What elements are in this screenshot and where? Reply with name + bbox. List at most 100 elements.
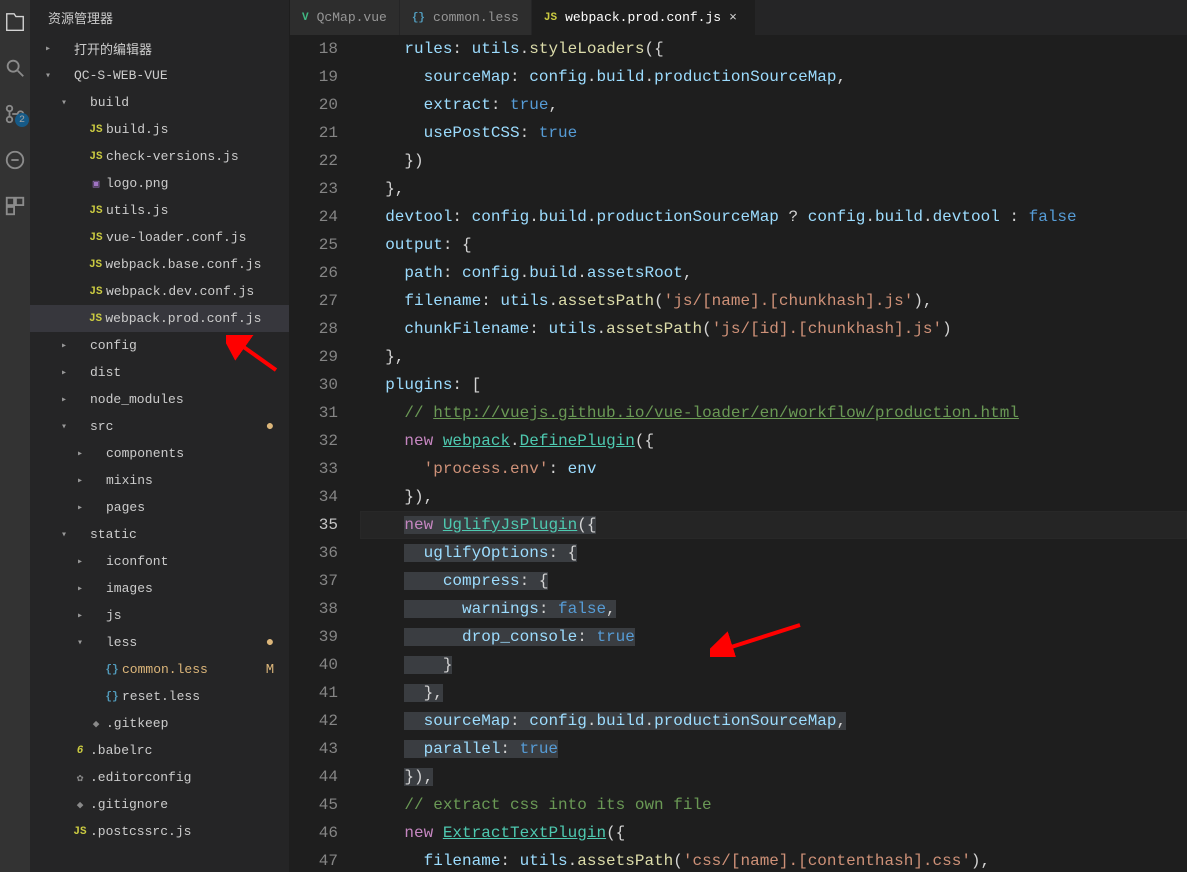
line-number: 22 <box>290 147 338 175</box>
file-icon: JS <box>86 151 106 163</box>
code-line[interactable]: // extract css into its own file <box>360 791 1187 819</box>
caret-icon: ▸ <box>74 448 86 460</box>
tab-qcmap-vue[interactable]: VQcMap.vue <box>290 0 400 35</box>
file-logo-png[interactable]: ▣logo.png <box>30 170 289 197</box>
editor[interactable]: 1819202122232425262728293031323334353637… <box>290 35 1187 872</box>
code-line[interactable]: 'process.env': env <box>360 455 1187 483</box>
tab-common-less[interactable]: {}common.less <box>400 0 532 35</box>
file-gitignore[interactable]: ◆.gitignore <box>30 791 289 818</box>
scm-badge: 2 <box>15 113 29 127</box>
folder-iconfont[interactable]: ▸iconfont <box>30 548 289 575</box>
caret-icon: ▾ <box>74 637 86 649</box>
code-line[interactable]: new UglifyJsPlugin({ <box>360 511 1187 539</box>
code-line[interactable]: new webpack.DefinePlugin({ <box>360 427 1187 455</box>
folder-config[interactable]: ▸config <box>30 332 289 359</box>
code-line[interactable]: }, <box>360 175 1187 203</box>
caret-icon: ▸ <box>74 475 86 487</box>
code-line[interactable]: usePostCSS: true <box>360 119 1187 147</box>
tree-label: .gitignore <box>90 797 261 812</box>
file-utils-js[interactable]: JSutils.js <box>30 197 289 224</box>
code-line[interactable]: rules: utils.styleLoaders({ <box>360 35 1187 63</box>
sidebar: 资源管理器 ▸打开的编辑器▾QC-S-WEB-VUE▾buildJSbuild.… <box>30 0 290 872</box>
file-postcssrc[interactable]: JS.postcssrc.js <box>30 818 289 845</box>
code-line[interactable]: sourceMap: config.build.productionSource… <box>360 707 1187 735</box>
code-line[interactable]: drop_console: true <box>360 623 1187 651</box>
file-build-js[interactable]: JSbuild.js <box>30 116 289 143</box>
folder-build[interactable]: ▾build <box>30 89 289 116</box>
folder-components[interactable]: ▸components <box>30 440 289 467</box>
tab-label: QcMap.vue <box>317 10 387 25</box>
code-line[interactable]: } <box>360 651 1187 679</box>
file-icon: 6 <box>70 745 90 757</box>
folder-dist[interactable]: ▸dist <box>30 359 289 386</box>
code-line[interactable]: chunkFilename: utils.assetsPath('js/[id]… <box>360 315 1187 343</box>
folder-less[interactable]: ▾ less● <box>30 629 289 656</box>
code-line[interactable]: new ExtractTextPlugin({ <box>360 819 1187 847</box>
caret-icon: ▸ <box>58 367 70 379</box>
code-line[interactable]: filename: utils.assetsPath('js/[name].[c… <box>360 287 1187 315</box>
code-line[interactable]: uglifyOptions: { <box>360 539 1187 567</box>
file-gitkeep[interactable]: ◆.gitkeep <box>30 710 289 737</box>
tree-label: .editorconfig <box>90 770 261 785</box>
file-icon: JS <box>86 313 106 325</box>
code-line[interactable]: parallel: true <box>360 735 1187 763</box>
code-line[interactable]: output: { <box>360 231 1187 259</box>
section-open-editors[interactable]: ▸打开的编辑器 <box>30 35 289 62</box>
line-number: 35 <box>290 511 338 539</box>
file-webpack-base-conf[interactable]: JSwebpack.base.conf.js <box>30 251 289 278</box>
code-line[interactable]: sourceMap: config.build.productionSource… <box>360 63 1187 91</box>
code-line[interactable]: path: config.build.assetsRoot, <box>360 259 1187 287</box>
code-line[interactable]: // http://vuejs.github.io/vue-loader/en/… <box>360 399 1187 427</box>
debug-icon[interactable] <box>3 148 27 172</box>
file-common-less[interactable]: {}common.lessM <box>30 656 289 683</box>
tree-label: js <box>106 608 261 623</box>
scm-icon[interactable]: 2 <box>3 102 27 126</box>
code-line[interactable]: extract: true, <box>360 91 1187 119</box>
folder-node-modules[interactable]: ▸node_modules <box>30 386 289 413</box>
code-content[interactable]: rules: utils.styleLoaders({ sourceMap: c… <box>360 35 1187 872</box>
explorer-icon[interactable] <box>3 10 27 34</box>
folder-js[interactable]: ▸js <box>30 602 289 629</box>
code-line[interactable]: }), <box>360 763 1187 791</box>
folder-mixins[interactable]: ▸mixins <box>30 467 289 494</box>
tab-webpack-prod[interactable]: JSwebpack.prod.conf.js× <box>532 0 756 35</box>
line-number: 40 <box>290 651 338 679</box>
file-editorconfig[interactable]: ✿.editorconfig <box>30 764 289 791</box>
line-number: 41 <box>290 679 338 707</box>
search-icon[interactable] <box>3 56 27 80</box>
folder-pages[interactable]: ▸pages <box>30 494 289 521</box>
caret-icon: ▸ <box>42 43 54 55</box>
folder-images[interactable]: ▸images <box>30 575 289 602</box>
tree-label: node_modules <box>90 392 261 407</box>
code-line[interactable]: }, <box>360 679 1187 707</box>
file-reset-less[interactable]: {}reset.less <box>30 683 289 710</box>
tree-label: less <box>106 635 261 650</box>
line-number: 34 <box>290 483 338 511</box>
section-project[interactable]: ▾QC-S-WEB-VUE <box>30 62 289 89</box>
extensions-icon[interactable] <box>3 194 27 218</box>
line-number: 19 <box>290 63 338 91</box>
file-webpack-dev-conf[interactable]: JSwebpack.dev.conf.js <box>30 278 289 305</box>
close-icon[interactable]: × <box>729 10 743 25</box>
tree-label: src <box>90 419 261 434</box>
file-webpack-prod-conf[interactable]: JSwebpack.prod.conf.js <box>30 305 289 332</box>
line-number: 20 <box>290 91 338 119</box>
tree-label: webpack.base.conf.js <box>105 257 261 272</box>
code-line[interactable]: plugins: [ <box>360 371 1187 399</box>
folder-src[interactable]: ▾src● <box>30 413 289 440</box>
code-line[interactable]: warnings: false, <box>360 595 1187 623</box>
tree-label: config <box>90 338 261 353</box>
code-line[interactable]: }, <box>360 343 1187 371</box>
file-check-versions-js[interactable]: JScheck-versions.js <box>30 143 289 170</box>
status-indicator: ● <box>261 635 279 651</box>
file-vue-loader-conf[interactable]: JSvue-loader.conf.js <box>30 224 289 251</box>
code-line[interactable]: filename: utils.assetsPath('css/[name].[… <box>360 847 1187 872</box>
folder-static[interactable]: ▾static <box>30 521 289 548</box>
code-line[interactable]: }) <box>360 147 1187 175</box>
code-line[interactable]: compress: { <box>360 567 1187 595</box>
file-babelrc[interactable]: 6.babelrc <box>30 737 289 764</box>
line-number: 29 <box>290 343 338 371</box>
code-line[interactable]: devtool: config.build.productionSourceMa… <box>360 203 1187 231</box>
caret-icon: ▾ <box>58 529 70 541</box>
code-line[interactable]: }), <box>360 483 1187 511</box>
